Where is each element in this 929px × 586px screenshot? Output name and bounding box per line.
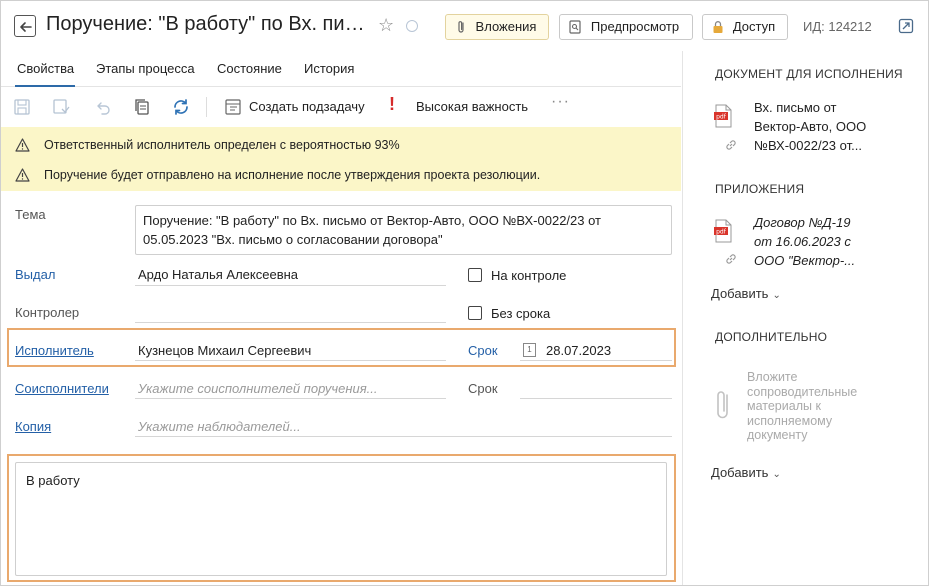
attachment-line: Договор №Д-19 [754,215,851,230]
document-id: ИД: 124212 [803,19,872,34]
document-line: Вх. письмо от [754,100,837,115]
document-line: №ВХ-0022/23 от... [754,138,862,153]
issued-by-value[interactable]: Ардо Наталья Алексеевна [138,267,298,282]
warning-text: Поручение будет отправлено на исполнение… [44,168,541,182]
toolbar: Создать подзадачу ! Высокая важность ··· [1,89,681,125]
deadline-value[interactable]: 28.07.2023 [546,343,611,358]
more-options-icon[interactable]: ··· [551,93,570,111]
coexecutors-label[interactable]: Соисполнители [15,381,109,396]
executor-label[interactable]: Исполнитель [15,343,94,358]
field-underline [135,285,446,286]
access-label: Доступ [732,19,776,34]
link-icon[interactable] [724,252,738,266]
task-card-window: Поручение: "В работу" по Вх. пис... ☆ Вл… [0,0,929,586]
star-icon[interactable]: ☆ [378,15,394,35]
note-textarea[interactable]: В работу [15,462,667,576]
attachments-button[interactable]: Вложения [445,14,549,40]
no-deadline-checkbox[interactable] [468,306,482,320]
refresh-icon[interactable] [172,98,190,116]
issued-by-label[interactable]: Выдал [15,267,55,282]
undo-icon[interactable] [93,98,111,116]
field-underline [135,360,446,361]
active-tab-indicator [15,85,75,87]
warning-banner: Ответственный исполнитель определен с ве… [1,127,681,191]
copy-icon[interactable] [133,98,151,116]
field-underline [520,360,672,361]
on-control-label: На контроле [491,268,567,283]
attachments-section-heading: ПРИЛОЖЕНИЯ [715,182,805,196]
add-label: Добавить [711,286,769,301]
link-icon[interactable] [724,138,738,152]
status-circle-icon [406,20,418,32]
tab-history[interactable]: История [304,61,354,76]
deadline2-label: Срок [468,381,498,396]
pdf-file-icon: pdf [714,219,732,243]
preview-label: Предпросмотр [590,19,680,34]
tab-state[interactable]: Состояние [217,61,282,76]
tab-process-stages[interactable]: Этапы процесса [96,61,195,76]
create-subtask-icon [225,99,241,115]
chevron-down-icon: ⌄ [772,469,781,480]
save-and-close-icon[interactable] [52,98,70,116]
tab-properties[interactable]: Свойства [17,61,74,76]
attachment-link[interactable]: Договор №Д-19 от 16.06.2023 с ООО "Векто… [754,213,884,270]
document-link[interactable]: Вх. письмо от Вектор-Авто, ООО №ВХ-0022/… [754,98,884,155]
warning-triangle-icon [15,138,30,152]
access-button[interactable]: Доступ [702,14,788,40]
coexecutors-input[interactable]: Укажите соисполнителей поручения... [138,381,377,396]
attachment-line: ООО "Вектор-... [754,253,856,268]
toolbar-divider [206,97,207,117]
field-underline [135,322,446,323]
high-importance-button[interactable]: Высокая важность [416,99,528,114]
subject-field[interactable]: Поручение: "В работу" по Вх. письмо от В… [135,205,672,255]
page-title: Поручение: "В работу" по Вх. пис... [46,13,368,35]
paperclip-icon [458,21,464,33]
copy-input[interactable]: Укажите наблюдателей... [138,419,301,434]
drop-zone-hint[interactable]: Вложите сопроводительные материалы к исп… [747,370,887,443]
calendar-icon[interactable]: 1 [523,343,536,357]
back-button[interactable] [14,15,36,37]
tab-bar: Свойства Этапы процесса Состояние Истори… [1,55,681,87]
arrow-left-icon [20,22,32,32]
deadline2-input[interactable] [520,398,672,399]
on-control-checkbox[interactable] [468,268,482,282]
header: Поручение: "В работу" по Вх. пис... ☆ Вл… [1,1,928,51]
warning-triangle-icon [15,168,30,182]
paperclip-icon [717,391,728,419]
executor-value[interactable]: Кузнецов Михаил Сергеевич [138,343,311,358]
add-label: Добавить [711,465,769,480]
field-underline [135,436,672,437]
copy-label[interactable]: Копия [15,419,51,434]
pdf-badge-text: pdf [716,114,727,121]
no-deadline-label: Без срока [491,306,551,321]
add-attachment-button[interactable]: Добавить ⌄ [711,286,781,301]
attachment-line: от 16.06.2023 с [754,234,851,249]
open-external-icon[interactable] [898,18,914,34]
lock-icon [713,21,723,33]
subject-label: Тема [15,207,46,222]
pdf-file-icon: pdf [714,104,732,128]
preview-icon [569,20,581,34]
deadline-label: Срок [468,343,498,358]
panel-divider [682,51,683,585]
chevron-down-icon: ⌄ [772,290,781,301]
document-line: Вектор-Авто, ООО [754,119,867,134]
pdf-badge-text: pdf [716,229,727,236]
field-underline [135,398,446,399]
create-subtask-button[interactable]: Создать подзадачу [249,99,365,114]
document-section-heading: ДОКУМЕНТ ДЛЯ ИСПОЛНЕНИЯ [715,67,903,81]
preview-button[interactable]: Предпросмотр [559,14,693,40]
controller-label: Контролер [15,305,80,320]
extra-section-heading: ДОПОЛНИТЕЛЬНО [715,330,828,344]
save-icon[interactable] [13,98,31,116]
attachments-label: Вложения [475,19,537,34]
add-extra-button[interactable]: Добавить ⌄ [711,465,781,480]
warning-text: Ответственный исполнитель определен с ве… [44,138,400,152]
exclamation-icon: ! [389,94,395,114]
